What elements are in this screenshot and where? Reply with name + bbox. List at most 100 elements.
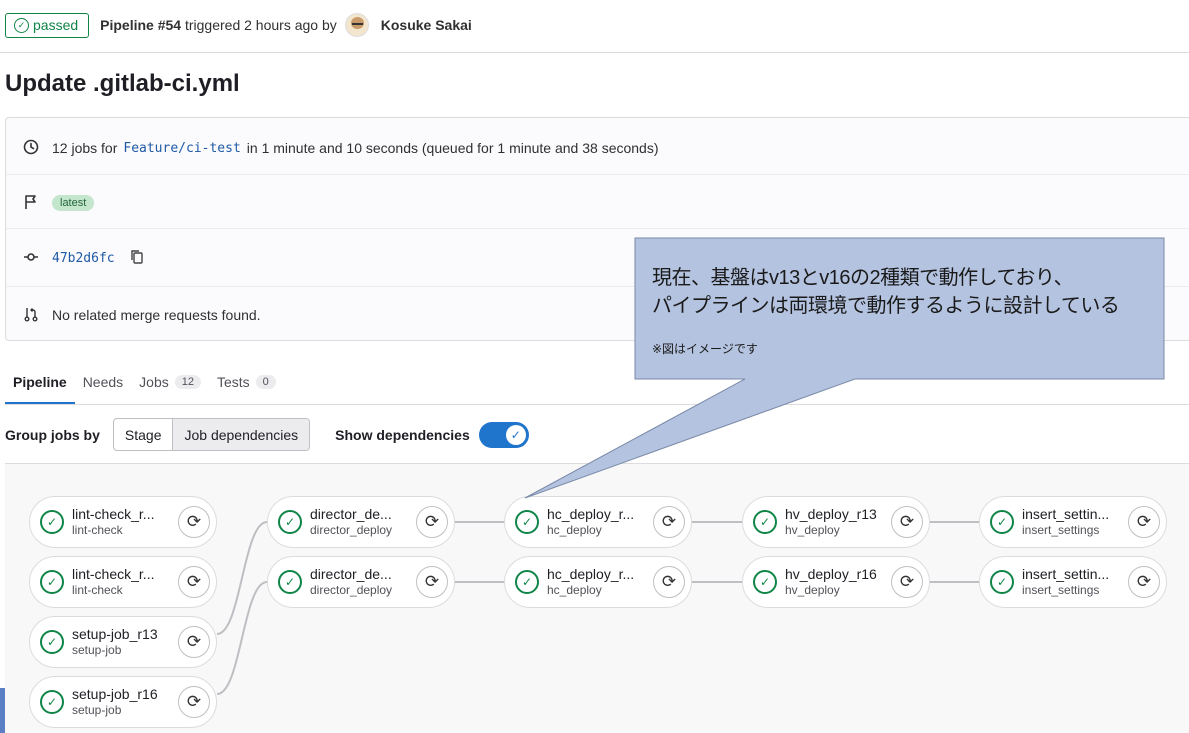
job-dependencies-button[interactable]: Job dependencies (172, 419, 310, 450)
retry-icon[interactable]: ⟳ (891, 506, 923, 538)
callout-note: ※図はイメージです (652, 342, 758, 356)
job-name: hc_deploy_r... (547, 506, 635, 522)
retry-icon[interactable]: ⟳ (653, 506, 685, 538)
job-stage: hc_deploy (547, 523, 602, 537)
check-icon: ✓ (505, 424, 526, 445)
retry-icon[interactable]: ⟳ (1128, 566, 1160, 598)
pipeline-tabs: Pipeline Needs Jobs 12 Tests 0 (5, 360, 284, 404)
job-name: hv_deploy_r13 (785, 506, 877, 522)
tab-jobs[interactable]: Jobs 12 (131, 360, 209, 404)
retry-icon[interactable]: ⟳ (178, 506, 210, 538)
success-status-icon: ✓ (515, 510, 539, 534)
success-status-icon: ✓ (515, 570, 539, 594)
job-node[interactable]: ✓ hv_deploy_r13 hv_deploy ⟳ (742, 496, 930, 548)
job-node[interactable]: ✓ director_de... director_deploy ⟳ (267, 496, 455, 548)
success-status-icon: ✓ (278, 570, 302, 594)
tests-count-badge: 0 (255, 375, 276, 389)
job-name: setup-job_r13 (72, 626, 158, 642)
job-name: director_de... (310, 506, 392, 522)
job-node[interactable]: ✓ insert_settin... insert_settings ⟳ (979, 496, 1167, 548)
job-node[interactable]: ✓ setup-job_r16 setup-job ⟳ (29, 676, 217, 728)
status-label: passed (33, 17, 79, 33)
retry-icon[interactable]: ⟳ (653, 566, 685, 598)
tags-row: latest (6, 192, 1189, 214)
divider (6, 174, 1189, 175)
retry-icon[interactable]: ⟳ (416, 506, 448, 538)
success-status-icon: ✓ (40, 570, 64, 594)
commit-sha-link[interactable]: 47b2d6fc (52, 251, 115, 266)
jobs-summary-row: 12 jobs for Feature/ci-test in 1 minute … (6, 136, 1189, 160)
job-node[interactable]: ✓ lint-check_r... lint-check ⟳ (29, 556, 217, 608)
job-name: insert_settin... (1022, 566, 1110, 582)
show-dependencies-toggle[interactable]: ✓ (478, 421, 529, 448)
group-by-label: Group jobs by (5, 426, 100, 443)
success-status-icon: ✓ (990, 570, 1014, 594)
job-stage: hc_deploy (547, 583, 602, 597)
status-badge[interactable]: ✓ passed (5, 12, 90, 38)
job-node[interactable]: ✓ lint-check_r... lint-check ⟳ (29, 496, 217, 548)
show-dependencies-label: Show dependencies (335, 426, 470, 443)
job-node[interactable]: ✓ hc_deploy_r... hc_deploy ⟳ (504, 556, 692, 608)
retry-icon[interactable]: ⟳ (416, 566, 448, 598)
merge-requests-text: No related merge requests found. (52, 307, 261, 323)
copy-icon[interactable] (130, 249, 143, 267)
retry-icon[interactable]: ⟳ (178, 686, 210, 718)
triggered-text: triggered 2 hours ago by (184, 17, 337, 33)
success-status-icon: ✓ (40, 510, 64, 534)
job-node[interactable]: ✓ hc_deploy_r... hc_deploy ⟳ (504, 496, 692, 548)
job-stage: setup-job (72, 643, 122, 657)
job-name: lint-check_r... (72, 566, 155, 582)
success-status-icon: ✓ (40, 630, 64, 654)
group-by-toggle: Stage Job dependencies (112, 418, 311, 451)
branch-link[interactable]: Feature/ci-test (123, 141, 240, 156)
job-node[interactable]: ✓ insert_settin... insert_settings ⟳ (979, 556, 1167, 608)
author-link[interactable]: Kosuke Sakai (381, 17, 472, 33)
job-node[interactable]: ✓ director_de... director_deploy ⟳ (267, 556, 455, 608)
jobs-count-text: 12 jobs for (52, 140, 118, 156)
pipeline-summary: Pipeline #54 triggered 2 hours ago by (100, 17, 337, 33)
retry-icon[interactable]: ⟳ (891, 566, 923, 598)
retry-icon[interactable]: ⟳ (1128, 506, 1160, 538)
check-circle-icon: ✓ (14, 17, 29, 33)
latest-badge: latest (52, 195, 95, 211)
success-status-icon: ✓ (753, 510, 777, 534)
job-node[interactable]: ✓ hv_deploy_r16 hv_deploy ⟳ (742, 556, 930, 608)
job-stage: setup-job (72, 703, 122, 717)
job-stage: director_deploy (310, 523, 393, 537)
callout-annotation: 現在、基盤はv13とv16の2種類で動作しており、 パイプラインは両環境で動作す… (652, 264, 1157, 357)
job-stage: lint-check (72, 523, 123, 537)
pipeline-graph: ✓ lint-check_r... lint-check ⟳ ✓ lint-che… (5, 464, 1189, 733)
tab-label: Tests (216, 374, 250, 390)
tab-label: Jobs (139, 374, 169, 390)
merge-request-icon (22, 306, 40, 325)
success-status-icon: ✓ (990, 510, 1014, 534)
retry-icon[interactable]: ⟳ (178, 626, 210, 658)
tab-pipeline[interactable]: Pipeline (5, 360, 75, 404)
avatar[interactable] (344, 13, 369, 37)
left-edge-bar (0, 688, 5, 733)
job-name: director_de... (310, 566, 392, 582)
divider (6, 228, 1189, 229)
stage-button[interactable]: Stage (114, 419, 173, 450)
job-name: hv_deploy_r16 (785, 566, 877, 582)
success-status-icon: ✓ (278, 510, 302, 534)
job-stage: director_deploy (310, 583, 393, 597)
retry-icon[interactable]: ⟳ (178, 566, 210, 598)
commit-icon (22, 249, 40, 268)
tab-tests[interactable]: Tests 0 (209, 360, 284, 404)
job-name: lint-check_r... (72, 506, 155, 522)
jobs-count-badge: 12 (174, 375, 201, 389)
tab-needs[interactable]: Needs (75, 360, 131, 404)
job-name: setup-job_r16 (72, 686, 158, 702)
job-stage: insert_settings (1022, 523, 1100, 537)
job-stage: insert_settings (1022, 583, 1100, 597)
tab-label: Pipeline (13, 374, 67, 390)
job-name: insert_settin... (1022, 506, 1110, 522)
job-node[interactable]: ✓ setup-job_r13 setup-job ⟳ (29, 616, 217, 668)
success-status-icon: ✓ (753, 570, 777, 594)
divider (0, 52, 1189, 53)
callout-line-1: 現在、基盤はv13とv16の2種類で動作しており、 (652, 267, 1074, 289)
flag-icon (22, 194, 40, 213)
job-name: hc_deploy_r... (547, 566, 635, 582)
callout-line-2: パイプラインは両環境で動作するように設計している (652, 295, 1120, 317)
